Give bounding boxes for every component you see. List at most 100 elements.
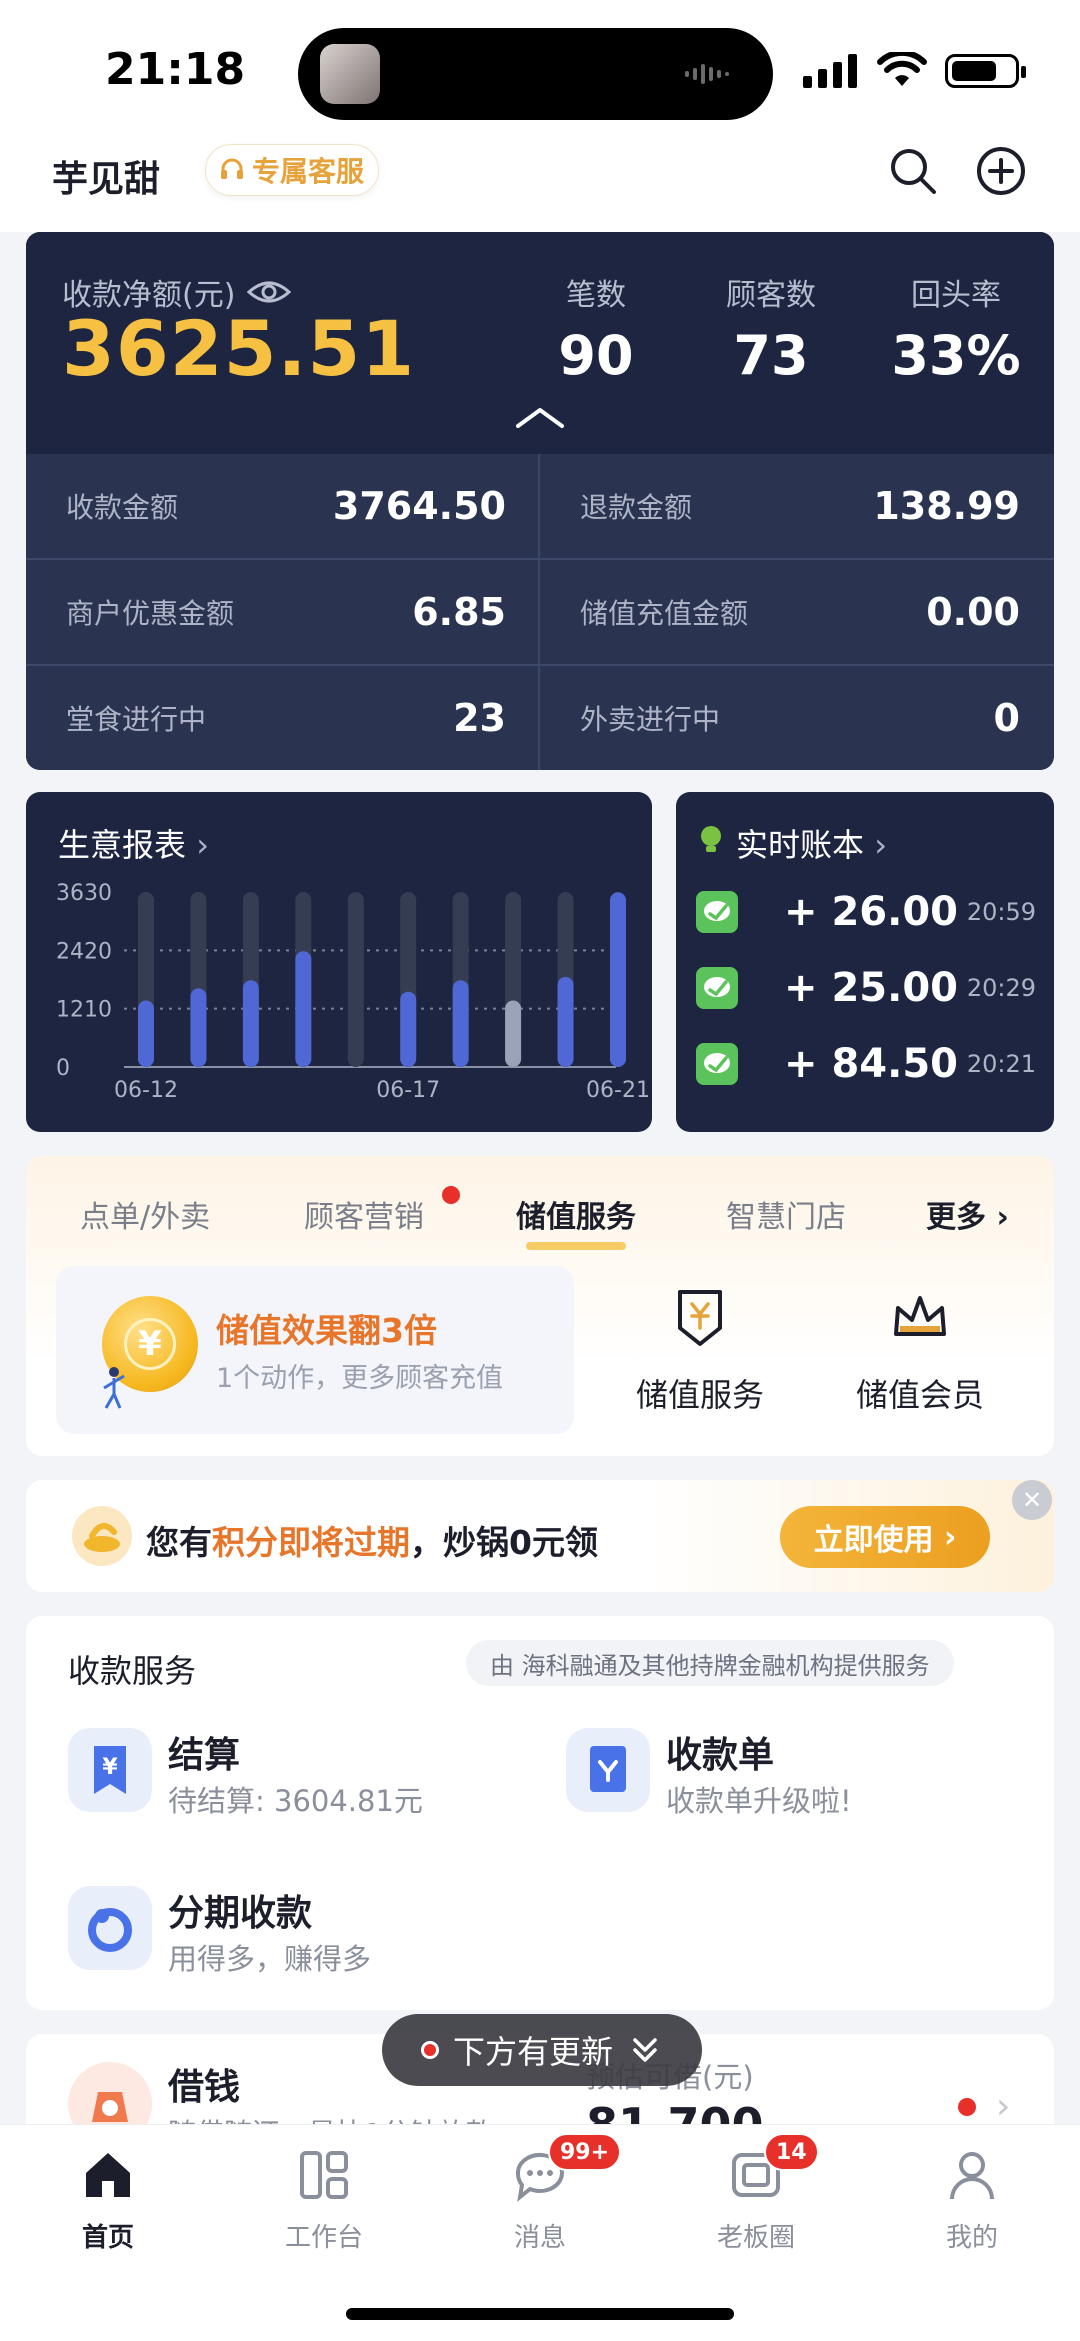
bar[interactable] [610,892,626,1067]
report-title[interactable]: 生意报表 › [58,820,209,866]
payment-services-card: 收款服务 由 海科融通及其他持牌金融机构提供服务 ¥ 结算 待结算: 3604.… [26,1616,1054,2010]
receipt-sub: 收款单升级啦! [666,1784,852,1818]
cellular-signal-icon [803,54,857,88]
bar[interactable] [242,980,259,1067]
chevron-right-icon: › [196,826,209,864]
grid-cell-received[interactable]: 收款金额 3764.50 [26,454,538,558]
now-playing-avatar [320,44,380,104]
boss-circle-badge: 14 [764,2133,819,2171]
bulb-icon [701,826,721,852]
points-expiry-banner[interactable]: 您有积分即将过期，炒锅0元领 立即使用 › [26,1480,1054,1592]
cell-value: 138.99 [873,484,1020,528]
ledger-row[interactable]: + 26.00 20:59 [696,882,1036,942]
settlement-name: 结算 [168,1735,241,1776]
tab-mine[interactable]: 我的 [892,2145,1052,2254]
x-tick-label: 06-21 [586,1078,650,1103]
ledger-time: 20:21 [966,1050,1036,1078]
tab-label: 老板圈 [716,2223,795,2253]
installment-sub: 用得多，赚得多 [168,1942,372,1976]
stored-value-member-label: 储值会员 [855,1376,984,1414]
report-chart: 3630 2420 1210 0 06-12 06-17 06-21 [56,881,650,1103]
stored-value-promo[interactable]: ¥ 储值效果翻3倍 1个动作，更多顾客充值 [56,1266,574,1434]
tab-workbench[interactable]: 工作台 [244,2145,404,2254]
bar[interactable] [505,1000,522,1067]
bar[interactable] [452,980,469,1067]
bar[interactable] [400,991,417,1067]
bar[interactable] [138,1000,154,1067]
ledger-amount: + 25.00 [784,965,958,1011]
bar[interactable] [557,976,574,1067]
stat-value: 90 [558,324,634,387]
report-title-text: 生意报表 [58,826,187,864]
cell-label: 外卖进行中 [580,703,721,736]
bar[interactable] [295,951,312,1067]
provider-note: 由 海科融通及其他持牌金融机构提供服务 [466,1640,954,1686]
service-tabs-card: 点单/外卖 顾客营销 储值服务 智慧门店 更多 › ¥ 储值效果翻3倍 1个动作… [26,1156,1054,1456]
ledger-row[interactable]: + 84.50 20:21 [696,1034,1036,1094]
store-name[interactable]: 芋见甜 [52,150,160,202]
receipt-item[interactable]: 收款单 收款单升级啦! [566,1722,1026,1832]
ledger-time: 20:59 [966,898,1036,926]
search-icon[interactable] [886,144,940,198]
close-banner-icon[interactable]: ✕ [1012,1480,1052,1520]
ledger-amount: + 84.50 [784,1041,958,1087]
battery-icon [945,54,1026,88]
ledger-amount: + 26.00 [784,889,958,935]
tab-more[interactable]: 更多 › [926,1192,1009,1236]
tab-label: 首页 [81,2223,134,2253]
shield-yen-icon [678,1290,722,1346]
status-time: 21:18 [105,44,246,95]
wechat-pay-icon [696,967,738,1009]
settlement-icon: ¥ [68,1728,152,1812]
home-indicator [346,2308,734,2320]
realtime-ledger-card[interactable]: 实时账本 › + 26.00 20:59 + 25.00 20:29 + 84.… [676,792,1054,1132]
tab-stored-value[interactable]: 储值服务 [516,1192,636,1236]
eye-icon[interactable] [247,278,292,306]
receipt-name: 收款单 [666,1735,775,1776]
stored-value-member-button[interactable]: 储值会员 [830,1286,1010,1416]
points-banner-text: 您有积分即将过期，炒锅0元领 [146,1516,598,1564]
tab-home[interactable]: 首页 [28,2145,188,2254]
chevron-up-icon[interactable] [514,404,566,430]
settlement-sub: 待结算: 3604.81元 [168,1784,423,1818]
cell-label: 商户优惠金额 [66,597,235,630]
grid-cell-refund[interactable]: 退款金额 138.99 [540,454,1052,558]
chevron-right-icon: › [996,2086,1011,2127]
points-text-a: 您有 [146,1523,212,1562]
chevron-right-icon: › [933,1519,957,1555]
business-report-card[interactable]: 生意报表 › 3630 2420 1210 0 06-12 06-17 06-21 [26,792,652,1132]
chevron-right-icon: › [986,1200,1009,1235]
chevron-right-icon: › [874,826,887,864]
divider [26,558,1054,560]
ledger-title[interactable]: 实时账本 › [736,820,887,866]
stat-label: 笔数 [566,278,626,313]
grid-cell-stored-value[interactable]: 储值充值金额 0.00 [540,560,1052,664]
add-icon[interactable] [974,144,1028,198]
receipt-icon [566,1728,650,1812]
ledger-row[interactable]: + 25.00 20:29 [696,958,1036,1018]
stored-value-service-button[interactable]: 储值服务 [610,1286,790,1416]
cell-value: 0.00 [926,590,1020,634]
y-tick-label: 0 [56,1056,70,1081]
svg-text:¥: ¥ [102,1755,118,1780]
cell-value: 3764.50 [332,484,506,528]
provider-text: 由 海科融通及其他持牌金融机构提供服务 [490,1651,930,1680]
stat-customers: 顾客数 73 [696,270,846,387]
bar[interactable] [190,988,207,1067]
grid-cell-takeout[interactable]: 外卖进行中 0 [540,666,1052,770]
tab-smart-store[interactable]: 智慧门店 [726,1192,846,1236]
points-icon [72,1506,132,1566]
use-now-button[interactable]: 立即使用 › [780,1506,990,1568]
tab-order-takeout[interactable]: 点单/外卖 [80,1192,210,1236]
settlement-item[interactable]: ¥ 结算 待结算: 3604.81元 [68,1722,528,1832]
dynamic-island[interactable] [298,28,773,120]
installment-item[interactable]: 分期收款 用得多，赚得多 [68,1880,528,1990]
tab-label: 消息 [513,2223,566,2253]
summary-card[interactable]: 收款净额(元) 3625.51 笔数 90 顾客数 73 回头率 33% 收款金… [26,232,1054,770]
customer-service-button[interactable]: 专属客服 [205,144,380,196]
grid-cell-dine-in[interactable]: 堂食进行中 23 [26,666,538,770]
grid-cell-merchant-discount[interactable]: 商户优惠金额 6.85 [26,560,538,664]
new-updates-toast[interactable]: 下方有更新 [382,2014,702,2086]
tab-customer-marketing[interactable]: 顾客营销 [304,1192,424,1236]
y-tick-label: 1210 [56,998,112,1023]
